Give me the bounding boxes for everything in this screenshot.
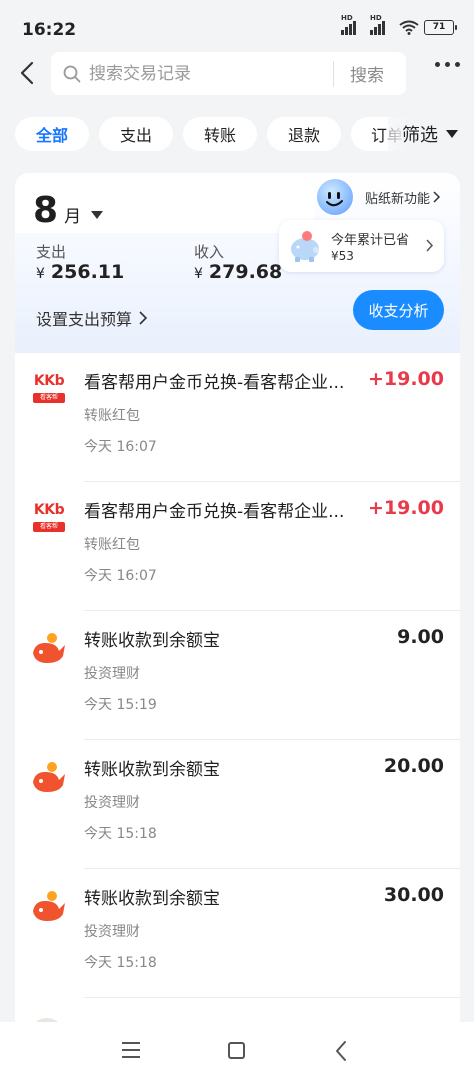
expense-amount: 256.11 xyxy=(50,261,125,283)
expense-value: ¥256.11 xyxy=(36,261,124,283)
hd-label: HD xyxy=(341,14,353,22)
income-amount: 279.68 xyxy=(208,261,283,283)
back-nav-icon[interactable] xyxy=(334,1040,348,1062)
yuebao-icon xyxy=(33,633,65,663)
transaction-title: 转账收款到余额宝 xyxy=(84,760,220,780)
menu-icon[interactable] xyxy=(122,1042,140,1058)
transaction-amount: 30.00 xyxy=(383,884,444,906)
transaction-category: 转账红包 xyxy=(84,408,140,424)
search-divider xyxy=(333,60,334,87)
hd-label: HD xyxy=(370,14,382,22)
caret-down-icon xyxy=(91,211,104,219)
currency-symbol: ¥ xyxy=(194,266,203,282)
tab-all[interactable]: 全部 xyxy=(15,117,89,151)
transaction-title: 转账收款到余额宝 xyxy=(84,889,220,909)
status-time: 16:22 xyxy=(22,20,77,40)
savings-title: 今年累计已省 xyxy=(331,233,410,248)
expense-label: 支出 xyxy=(36,243,67,261)
home-icon[interactable] xyxy=(228,1042,245,1059)
sticker-feature-link[interactable]: 贴纸新功能 xyxy=(315,175,460,219)
wifi-icon xyxy=(399,20,419,35)
dot-icon xyxy=(445,62,450,67)
chevron-right-icon xyxy=(433,191,441,203)
kkb-logo-icon: KKb 看客帮 xyxy=(29,371,69,411)
tab-refund[interactable]: 退款 xyxy=(267,117,341,151)
logo-subtext: 看客帮 xyxy=(33,522,65,532)
savings-amount: ¥53 xyxy=(331,249,354,263)
signal-icon: HD xyxy=(370,14,394,35)
transaction-amount: 20.00 xyxy=(383,755,444,777)
transaction-title: 看客帮用户金币兑换-看客帮企业... xyxy=(84,502,345,522)
income-value: ¥279.68 xyxy=(194,261,282,283)
back-button[interactable] xyxy=(12,56,42,90)
sticker-label: 贴纸新功能 xyxy=(365,191,431,207)
transaction-category: 投资理财 xyxy=(84,795,140,811)
status-bar: 16:22 HD HD 71 xyxy=(0,0,474,52)
transactions-card: 8 月 支出 ¥256.11 收入 ¥279.68 设置支出预算 贴纸新功能 今… xyxy=(15,173,460,1033)
transaction-row[interactable]: 转账收款到余额宝 30.00 投资理财 今天 15:18 xyxy=(15,869,460,998)
transaction-amount: 9.00 xyxy=(397,626,444,648)
yearly-savings-card[interactable]: 今年累计已省 ¥53 xyxy=(279,220,444,272)
transaction-category: 投资理财 xyxy=(84,666,140,682)
sticker-avatar-icon xyxy=(315,177,355,217)
filter-label: 筛选 xyxy=(402,125,438,146)
transaction-title: 看客帮用户金币兑换-看客帮企业... xyxy=(84,373,345,393)
chevron-right-icon xyxy=(426,239,434,252)
transaction-time: 今天 15:18 xyxy=(84,826,157,842)
transaction-row[interactable]: 转账收款到余额宝 9.00 投资理财 今天 15:19 xyxy=(15,611,460,740)
budget-link-label: 设置支出预算 xyxy=(36,310,133,329)
yuebao-icon xyxy=(33,762,65,792)
search-input[interactable] xyxy=(89,63,329,84)
dot-icon xyxy=(435,62,440,67)
piggy-bank-icon xyxy=(291,231,319,262)
transaction-category: 投资理财 xyxy=(84,924,140,940)
transaction-row[interactable]: 转账收款到余额宝 20.00 投资理财 今天 15:18 xyxy=(15,740,460,869)
monthly-summary: 8 月 支出 ¥256.11 收入 ¥279.68 设置支出预算 贴纸新功能 今… xyxy=(15,173,460,353)
month-number: 8 xyxy=(33,190,59,231)
income-expense-analysis-button[interactable]: 收支分析 xyxy=(353,290,444,330)
tab-transfer[interactable]: 转账 xyxy=(183,117,257,151)
tab-expense[interactable]: 支出 xyxy=(99,117,173,151)
filter-button[interactable]: 筛选 xyxy=(388,112,474,156)
transaction-time: 今天 16:07 xyxy=(84,439,157,455)
kkb-logo-icon: KKb 看客帮 xyxy=(29,500,69,540)
dot-icon xyxy=(455,62,460,67)
transaction-time: 今天 16:07 xyxy=(84,568,157,584)
transaction-row[interactable]: KKb 看客帮 看客帮用户金币兑换-看客帮企业... +19.00 转账红包 今… xyxy=(15,353,460,482)
month-selector[interactable]: 8 月 xyxy=(33,190,104,231)
status-icons: HD HD 71 xyxy=(341,14,457,35)
transaction-amount: +19.00 xyxy=(367,368,444,390)
set-budget-link[interactable]: 设置支出预算 xyxy=(36,306,148,330)
transaction-category: 转账红包 xyxy=(84,537,140,553)
search-bar[interactable]: 搜索 xyxy=(51,52,406,95)
income-label: 收入 xyxy=(194,243,225,261)
logo-text: KKb xyxy=(33,502,65,518)
more-menu-button[interactable] xyxy=(435,62,460,67)
search-icon xyxy=(63,65,81,82)
transaction-time: 今天 15:19 xyxy=(84,697,157,713)
battery-icon: 71 xyxy=(424,20,457,35)
system-navigation-bar xyxy=(0,1022,474,1080)
transaction-title: 转账收款到余额宝 xyxy=(84,631,220,651)
currency-symbol: ¥ xyxy=(36,266,45,282)
chevron-right-icon xyxy=(139,311,148,325)
transaction-amount: +19.00 xyxy=(367,497,444,519)
chevron-left-icon xyxy=(20,61,34,85)
search-button[interactable]: 搜索 xyxy=(350,61,384,86)
month-unit: 月 xyxy=(64,207,82,227)
yuebao-icon xyxy=(33,891,65,921)
logo-subtext: 看客帮 xyxy=(33,393,65,403)
caret-down-icon xyxy=(446,130,458,138)
transaction-time: 今天 15:18 xyxy=(84,955,157,971)
transaction-row[interactable]: KKb 看客帮 看客帮用户金币兑换-看客帮企业... +19.00 转账红包 今… xyxy=(15,482,460,611)
signal-icon: HD xyxy=(341,14,365,35)
logo-text: KKb xyxy=(33,373,65,389)
row-divider xyxy=(84,997,460,998)
